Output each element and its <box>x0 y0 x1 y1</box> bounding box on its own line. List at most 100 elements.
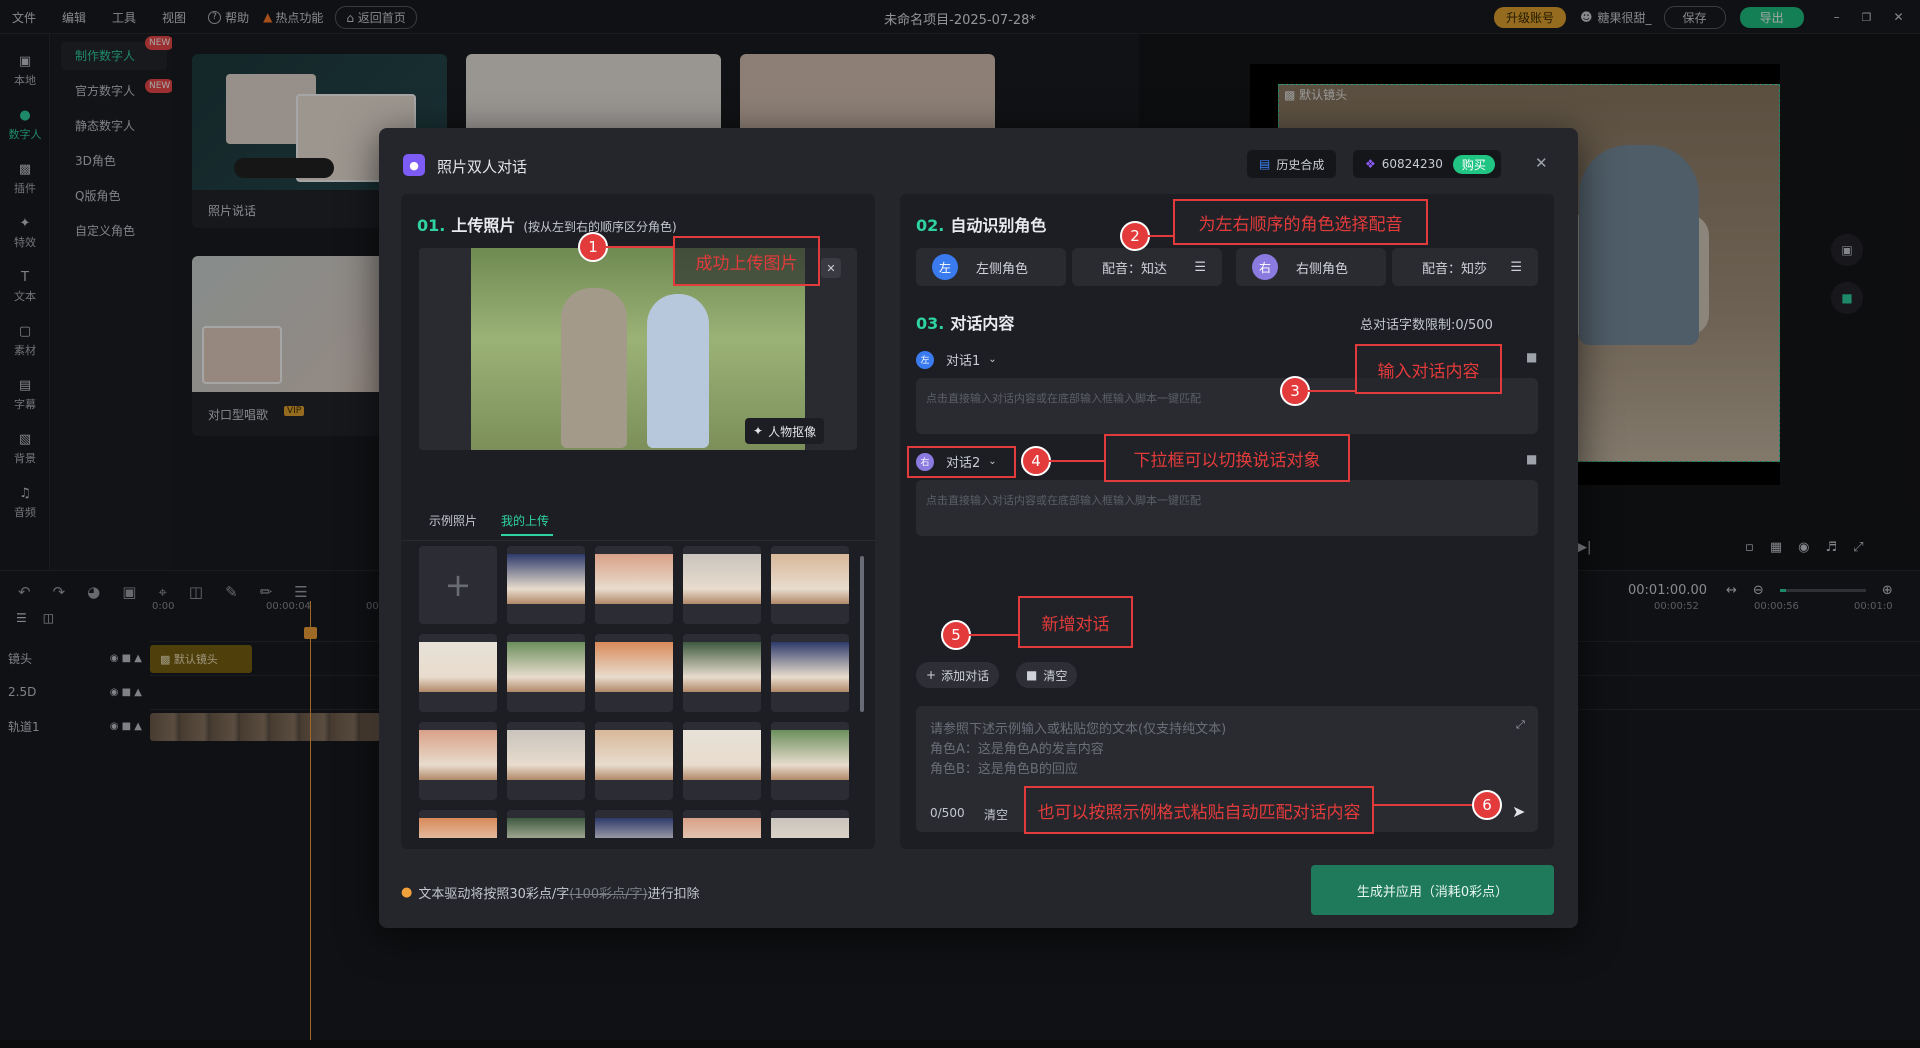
thumbnail-image <box>683 554 761 604</box>
person-cutout-button[interactable]: ✦ 人物抠像 <box>745 418 825 444</box>
generate-apply-button[interactable]: 生成并应用（消耗0彩点） <box>1311 865 1554 915</box>
dialog1-avatar: 左 <box>916 350 934 369</box>
left-role-avatar: 左 <box>932 254 958 280</box>
upload-title: 01. 上传照片 (按从左到右的顺序区分角色) <box>417 216 677 235</box>
script-clear-button[interactable]: 清空 <box>984 806 1008 823</box>
scrollbar[interactable] <box>860 556 864 712</box>
thumbnail-image <box>419 642 497 692</box>
thumbnail-image <box>683 642 761 692</box>
footer-note: ● 文本驱动将按照30彩点/字 (100彩点/字) 进行扣除 <box>401 885 700 902</box>
remove-photo-icon[interactable]: ✕ <box>821 258 841 278</box>
magic-wand-icon: ✦ <box>753 424 764 438</box>
photo-thumbnail[interactable] <box>595 722 673 800</box>
thumbnail-image <box>507 818 585 838</box>
photo-thumbnail[interactable] <box>507 810 585 838</box>
thumbnail-grid: + <box>419 546 855 838</box>
photo-thumbnail[interactable] <box>771 546 849 624</box>
photo-thumbnail[interactable] <box>595 634 673 712</box>
annotation-6-line <box>1373 804 1475 806</box>
delete-dialog2-icon[interactable]: ■ <box>1526 452 1537 466</box>
send-icon[interactable]: ➤ <box>1512 802 1525 821</box>
close-modal-icon[interactable]: ✕ <box>1535 154 1548 172</box>
thumbnail-image <box>595 818 673 838</box>
photo-thumbnail[interactable] <box>683 810 761 838</box>
buy-button[interactable]: 购买 <box>1452 154 1495 174</box>
photo-thumbnail[interactable] <box>771 810 849 838</box>
photo-thumbnail[interactable] <box>507 634 585 712</box>
annotation-4-box: 下拉框可以切换说话对象 <box>1104 434 1350 482</box>
modal-title: 照片双人对话 <box>437 158 528 176</box>
trash-icon: ■ <box>1026 668 1038 682</box>
dialog-title: 03. 对话内容 <box>916 314 1015 333</box>
thumbnail-image <box>595 554 673 604</box>
person-left <box>561 288 627 448</box>
annotation-1-box: 成功上传图片 <box>673 236 820 286</box>
dialog1-selector[interactable]: 左对话1 ⌄ <box>916 350 997 369</box>
person-right <box>647 294 709 448</box>
history-button[interactable]: ▤ 历史合成 <box>1247 150 1337 178</box>
dialog1-name: 对话1 <box>946 354 981 369</box>
photo-thumbnail[interactable] <box>419 634 497 712</box>
photo-dialog-modal: ● 照片双人对话 ▤ 历史合成 ❖ 60824230 购买 ✕ 01. 上传照片 (按从左… <box>379 128 1578 928</box>
thumbnail-image <box>507 642 585 692</box>
photo-thumbnail[interactable] <box>683 634 761 712</box>
annotation-5-badge: 5 <box>941 620 971 650</box>
script-count: 0/500 <box>930 806 965 820</box>
photo-thumbnail[interactable] <box>595 810 673 838</box>
annotation-1-line <box>606 246 674 248</box>
sliders-icon: ☰ <box>1510 259 1522 275</box>
thumbnail-image <box>771 730 849 780</box>
bulb-icon: ● <box>401 885 413 900</box>
tab-sample-photos[interactable]: 示例照片 <box>429 512 477 529</box>
chat-icon: ● <box>403 154 425 176</box>
photo-thumbnail[interactable] <box>595 546 673 624</box>
right-role-avatar: 右 <box>1252 254 1278 280</box>
photo-thumbnail[interactable] <box>419 722 497 800</box>
annotation-2-box: 为左右顺序的角色选择配音 <box>1173 199 1428 245</box>
tab-indicator <box>501 534 553 536</box>
photo-thumbnail[interactable] <box>507 546 585 624</box>
clear-dialogs-button[interactable]: ■ 清空 <box>1016 662 1078 688</box>
photo-thumbnail[interactable] <box>683 546 761 624</box>
left-role-label: 左侧角色 <box>976 261 1029 277</box>
annotation-6-badge: 6 <box>1472 790 1502 820</box>
settings-panel: 02. 自动识别角色 左 左侧角色 配音：知达 ☰ 右 右侧角色 配音：知莎 ☰ 03. 对… <box>900 194 1554 849</box>
annotation-2-line <box>1148 235 1174 237</box>
annotation-4-highlight <box>907 446 1016 478</box>
annotation-5-box: 新增对话 <box>1018 596 1133 648</box>
tab-my-uploads[interactable]: 我的上传 <box>501 512 549 529</box>
word-limit: 总对话字数限制:0/500 <box>1360 318 1493 333</box>
annotation-6-box: 也可以按照示例格式粘贴自动匹配对话内容 <box>1024 786 1374 834</box>
left-role-box: 左 左侧角色 <box>916 248 1066 286</box>
right-voice-select[interactable]: 配音：知莎 ☰ <box>1392 248 1538 286</box>
thumbnail-image <box>419 730 497 780</box>
photo-thumbnail[interactable] <box>771 722 849 800</box>
photo-thumbnail[interactable] <box>771 634 849 712</box>
annotation-1-badge: 1 <box>578 232 608 262</box>
add-photo-button[interactable]: + <box>419 546 497 624</box>
annotation-3-badge: 3 <box>1280 376 1310 406</box>
sliders-icon: ☰ <box>1194 259 1206 275</box>
tab-divider <box>401 540 875 541</box>
thumbnail-image <box>771 554 849 604</box>
photo-thumbnail[interactable] <box>419 810 497 838</box>
photo-thumbnail[interactable] <box>507 722 585 800</box>
right-role-box: 右 右侧角色 <box>1236 248 1386 286</box>
thumbnail-image <box>507 730 585 780</box>
photo-thumbnail[interactable] <box>683 722 761 800</box>
annotation-5-line <box>969 634 1019 636</box>
thumbnail-image <box>771 818 849 838</box>
plus-icon: + <box>926 668 937 682</box>
thumbnail-image <box>595 642 673 692</box>
thumbnail-image <box>507 554 585 604</box>
delete-dialog1-icon[interactable]: ■ <box>1526 350 1537 364</box>
left-voice-select[interactable]: 配音：知达 ☰ <box>1072 248 1222 286</box>
upload-panel: 01. 上传照片 (按从左到右的顺序区分角色) ✕ ✦ 人物抠像 示例照片 我的上传 … <box>401 194 875 849</box>
expand-icon[interactable]: ⤢ <box>1516 718 1525 732</box>
annotation-2-badge: 2 <box>1120 221 1150 251</box>
add-dialog-button[interactable]: + 添加对话 <box>916 662 1000 688</box>
thumbnail-image <box>595 730 673 780</box>
thumbnail-image <box>683 818 761 838</box>
script-placeholder: 请参照下述示例输入或粘贴您的文本(仅支持纯文本) 角色A：这是角色A的发言内容 … <box>930 722 1227 777</box>
dialog2-input[interactable]: 点击直接输入对话内容或在底部输入框输入脚本一键匹配 <box>916 480 1538 536</box>
